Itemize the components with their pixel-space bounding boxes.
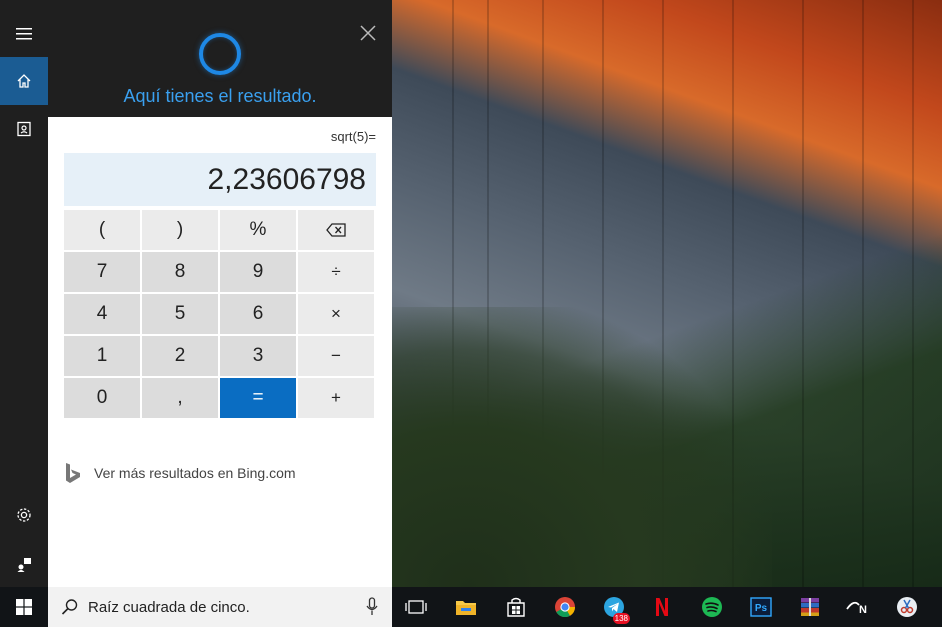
netflix-icon[interactable] — [642, 587, 682, 627]
store-icon[interactable] — [496, 587, 536, 627]
subtract-key[interactable]: − — [298, 336, 374, 376]
feedback-icon[interactable] — [0, 540, 48, 588]
digit-9-key[interactable]: 9 — [220, 252, 296, 292]
digit-8-key[interactable]: 8 — [142, 252, 218, 292]
calculator-result-value: 2,23606798 — [207, 163, 367, 196]
app-n-icon[interactable]: N — [838, 587, 878, 627]
backspace-key[interactable] — [298, 210, 374, 250]
calculator-result-display: 2,23606798 — [64, 153, 376, 206]
keypad-row: 1 2 3− — [64, 336, 376, 376]
cortana-header-text: Aquí tienes el resultado. — [123, 86, 317, 106]
close-icon[interactable] — [357, 22, 379, 44]
cortana-ring-icon — [199, 33, 241, 75]
microphone-icon[interactable] — [366, 597, 378, 617]
multiply-key[interactable]: × — [298, 294, 374, 334]
file-explorer-icon[interactable] — [446, 587, 486, 627]
hamburger-menu-icon[interactable] — [0, 10, 48, 58]
bing-link-text[interactable]: Ver más resultados en Bing.com — [94, 465, 296, 481]
spotify-icon[interactable] — [692, 587, 732, 627]
svg-text:N: N — [859, 604, 867, 616]
digit-2-key[interactable]: 2 — [142, 336, 218, 376]
digit-0-key[interactable]: 0 — [64, 378, 140, 418]
winrar-icon[interactable] — [790, 587, 830, 627]
notebook-icon[interactable] — [0, 105, 48, 153]
chrome-icon[interactable] — [545, 587, 585, 627]
task-view-icon[interactable] — [396, 587, 436, 627]
telegram-badge: 138 — [612, 613, 630, 624]
taskbar: Raíz cuadrada de cinco. 138 Ps N — [0, 587, 942, 627]
close-paren-key[interactable]: ) — [142, 210, 218, 250]
windows-start-icon[interactable] — [0, 587, 48, 627]
bing-icon — [66, 463, 80, 483]
digit-5-key[interactable]: 5 — [142, 294, 218, 334]
digit-7-key[interactable]: 7 — [64, 252, 140, 292]
bing-more-results[interactable]: Ver más resultados en Bing.com — [64, 460, 296, 486]
keypad-row: ()% — [64, 210, 376, 250]
digit-6-key[interactable]: 6 — [220, 294, 296, 334]
equals-key[interactable]: = — [220, 378, 296, 418]
percent-key[interactable]: % — [220, 210, 296, 250]
keypad-row: 0, = + — [64, 378, 376, 418]
digit-1-key[interactable]: 1 — [64, 336, 140, 376]
keypad-row: 7 8 9 ÷ — [64, 252, 376, 292]
telegram-icon[interactable]: 138 — [594, 587, 634, 627]
decimal-comma-key[interactable]: , — [142, 378, 218, 418]
digit-4-key[interactable]: 4 — [64, 294, 140, 334]
calculator-keypad: ()% 7 8 9 ÷ 4 5 6 × 1 2 3−0, = + — [64, 210, 376, 420]
panel-header: Aquí tienes el resultado. — [48, 0, 392, 117]
cortana-rail — [0, 0, 48, 587]
gear-icon[interactable] — [0, 491, 48, 539]
keypad-row: 4 5 6 × — [64, 294, 376, 334]
svg-text:Ps: Ps — [755, 603, 768, 614]
search-icon — [61, 599, 78, 615]
add-key[interactable]: + — [298, 378, 374, 418]
cortana-panel: Aquí tienes el resultado. sqrt(5)= 2,236… — [48, 0, 392, 587]
desktop-wallpaper — [392, 0, 942, 587]
open-paren-key[interactable]: ( — [64, 210, 140, 250]
backspace-icon — [326, 223, 346, 237]
divide-key[interactable]: ÷ — [298, 252, 374, 292]
search-box[interactable]: Raíz cuadrada de cinco. — [48, 587, 392, 627]
snipping-tool-icon[interactable] — [887, 587, 927, 627]
digit-3-key[interactable]: 3 — [220, 336, 296, 376]
home-icon[interactable] — [0, 57, 48, 105]
photoshop-icon[interactable]: Ps — [741, 587, 781, 627]
search-input-text[interactable]: Raíz cuadrada de cinco. — [88, 599, 250, 616]
calculator-expression: sqrt(5)= — [330, 129, 376, 144]
